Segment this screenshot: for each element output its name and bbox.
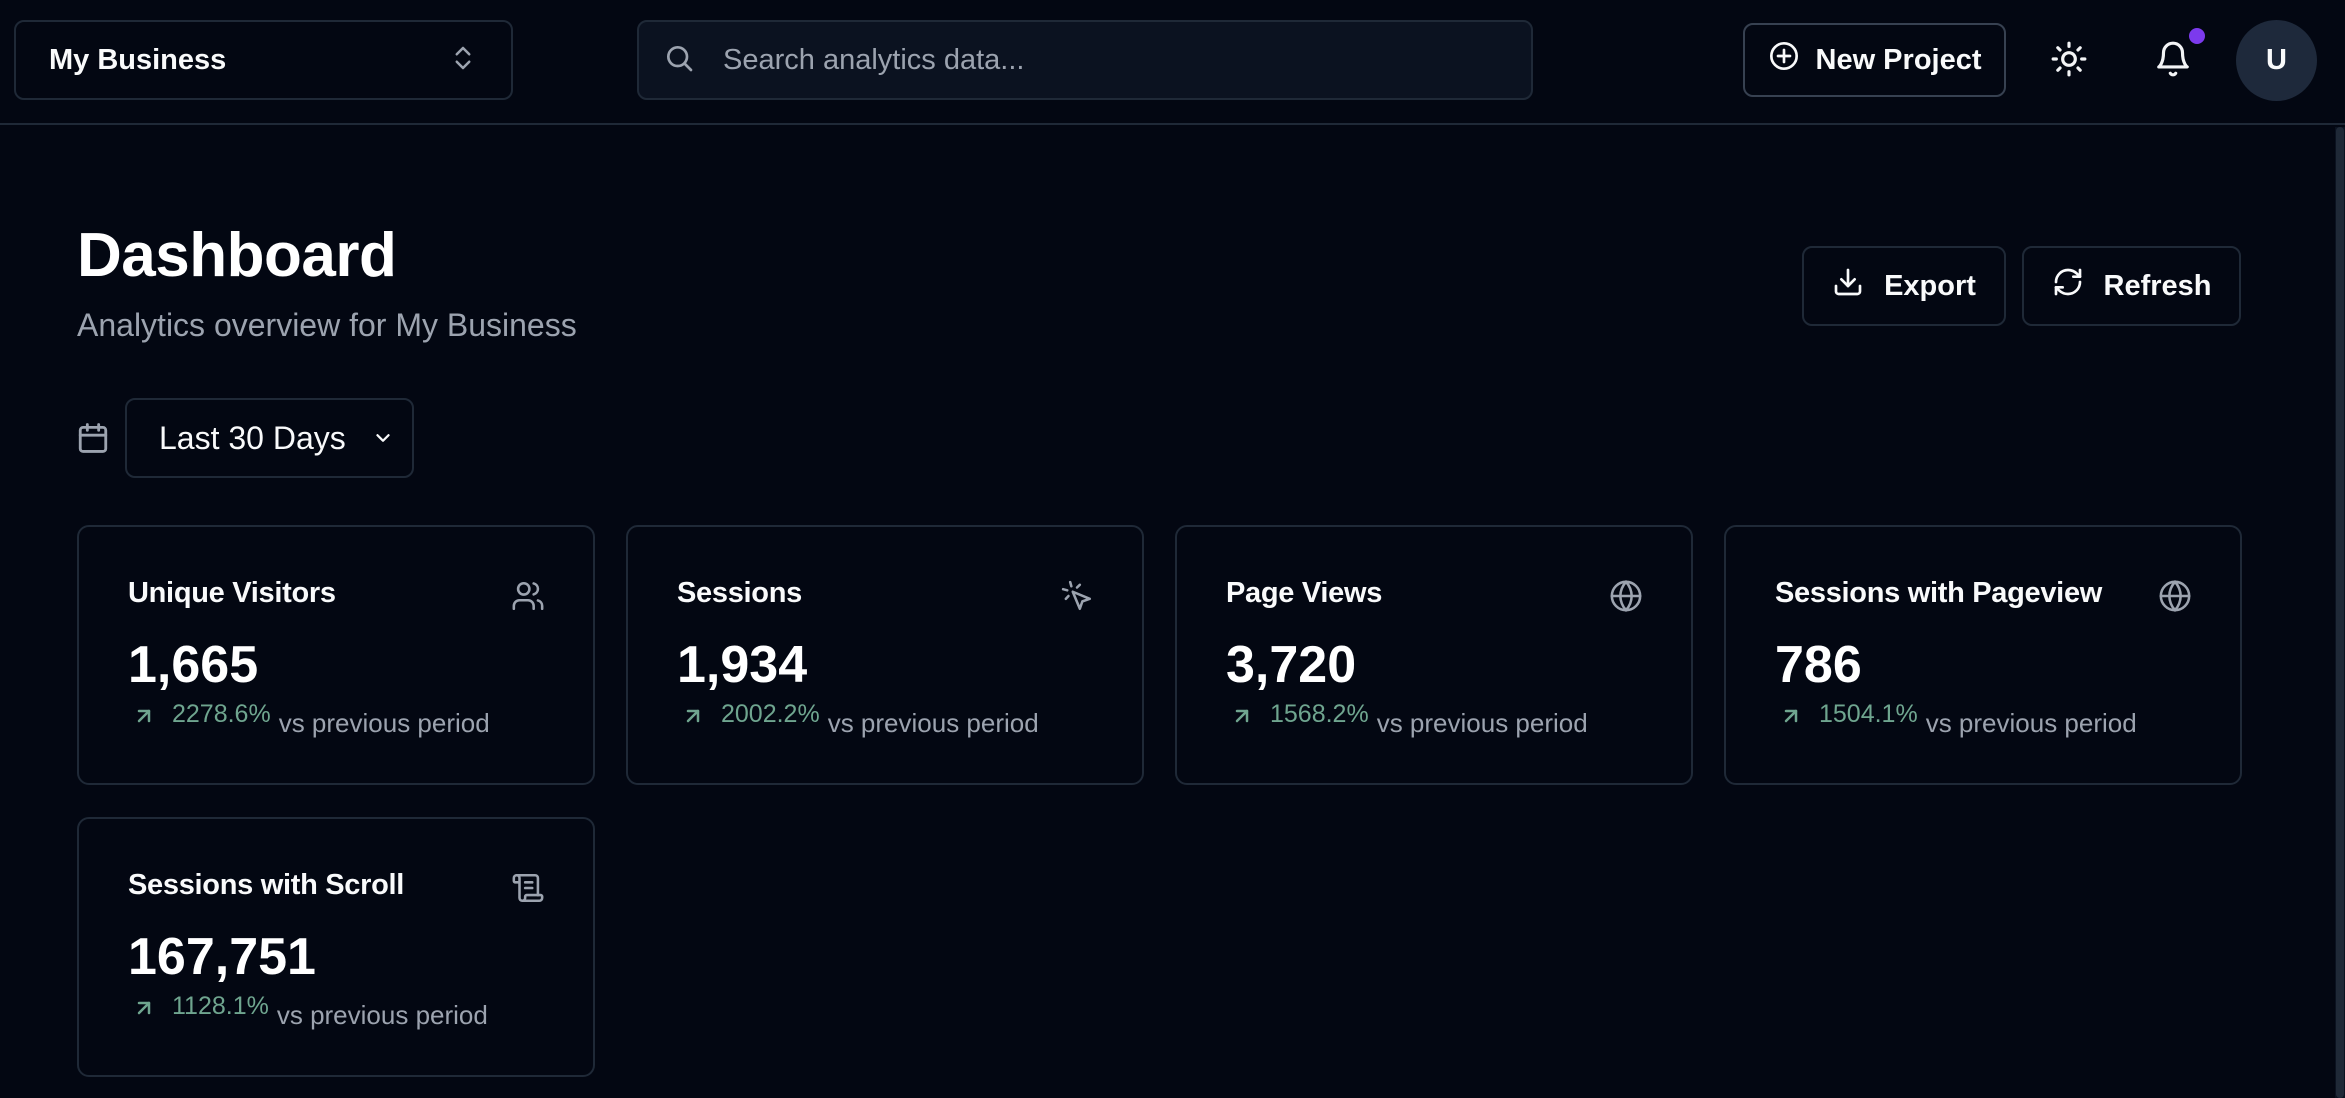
metric-value: 1,934: [677, 636, 808, 694]
globe-icon: [2158, 579, 2192, 613]
scroll-icon: [511, 871, 545, 905]
metric-card-unique-visitors: Unique Visitors 1,665 2278.6% vs previou…: [77, 525, 595, 785]
arrow-up-right-icon: [1235, 709, 1249, 723]
arrow-up-right-icon: [686, 709, 700, 723]
new-project-button[interactable]: New Project: [1743, 23, 2006, 97]
metric-value: 1,665: [128, 636, 259, 694]
metric-change: 2002.2% vs previous period: [681, 700, 1039, 739]
bell-icon: [2154, 40, 2192, 83]
metric-comparison: vs previous period: [1925, 708, 2137, 738]
search-icon: [663, 42, 695, 79]
refresh-icon: [2052, 266, 2084, 306]
notification-badge: [2189, 28, 2205, 44]
metric-change: 1504.1% vs previous period: [1779, 700, 2137, 739]
metric-card-sessions: Sessions 1,934 2002.2% vs previous perio…: [626, 525, 1144, 785]
search-input[interactable]: [723, 43, 1503, 77]
new-project-label: New Project: [1815, 43, 1982, 76]
metric-change: 1128.1% vs previous period: [132, 992, 488, 1031]
metric-value: 786: [1775, 636, 1862, 694]
metric-comparison: vs previous period: [827, 708, 1039, 738]
refresh-button[interactable]: Refresh: [2022, 246, 2241, 326]
arrow-up-right-icon: [137, 709, 151, 723]
metric-title: Sessions with Scroll: [128, 869, 405, 901]
arrow-up-right-icon: [1784, 709, 1798, 723]
metric-change-percent: 1504.1%: [1819, 700, 1918, 728]
metric-comparison: vs previous period: [1376, 708, 1588, 738]
metric-change: 2278.6% vs previous period: [132, 700, 490, 739]
metric-card-sessions-with-pageview: Sessions with Pageview 786 1504.1% vs pr…: [1724, 525, 2242, 785]
avatar[interactable]: U: [2236, 20, 2317, 101]
theme-toggle-button[interactable]: [2038, 30, 2100, 92]
metric-change: 1568.2% vs previous period: [1230, 700, 1588, 739]
business-selector[interactable]: My Business: [14, 20, 513, 100]
metric-change-percent: 1568.2%: [1270, 700, 1369, 728]
date-range-select[interactable]: Last 30 Days: [125, 398, 414, 478]
calendar-icon: [76, 421, 110, 455]
metric-comparison: vs previous period: [276, 1000, 488, 1030]
metric-title: Unique Visitors: [128, 577, 336, 609]
users-icon: [511, 579, 545, 613]
metric-comparison: vs previous period: [278, 708, 490, 738]
download-icon: [1832, 266, 1864, 306]
refresh-label: Refresh: [2103, 269, 2212, 302]
scrollbar-thumb[interactable]: [2336, 127, 2344, 1098]
metric-change-percent: 2278.6%: [172, 700, 271, 728]
scrollbar[interactable]: [2335, 127, 2345, 1098]
mouse-pointer-click-icon: [1060, 579, 1094, 613]
export-label: Export: [1884, 269, 1976, 302]
metric-title: Sessions with Pageview: [1775, 577, 2103, 609]
search-bar[interactable]: [637, 20, 1533, 100]
metric-value: 167,751: [128, 928, 316, 986]
page-title: Dashboard: [77, 221, 397, 290]
chevron-down-icon: [372, 420, 390, 457]
metric-title: Page Views: [1226, 577, 1383, 609]
avatar-initial: U: [2266, 44, 2287, 76]
metric-card-sessions-with-scroll: Sessions with Scroll 167,751 1128.1% vs …: [77, 817, 595, 1077]
top-bar: My Business New Project U: [0, 0, 2345, 125]
metric-card-page-views: Page Views 3,720 1568.2% vs previous per…: [1175, 525, 1693, 785]
metric-title: Sessions: [677, 577, 802, 609]
arrow-up-right-icon: [137, 1001, 151, 1015]
globe-icon: [1609, 579, 1643, 613]
plus-circle-icon: [1768, 40, 1800, 80]
metric-change-percent: 1128.1%: [172, 992, 269, 1020]
business-selector-label: My Business: [49, 43, 227, 76]
date-range-value: Last 30 Days: [159, 419, 346, 456]
page-subtitle: Analytics overview for My Business: [77, 307, 577, 343]
chevrons-up-down-icon: [448, 43, 478, 78]
metric-value: 3,720: [1226, 636, 1357, 694]
export-button[interactable]: Export: [1802, 246, 2006, 326]
metric-change-percent: 2002.2%: [721, 700, 820, 728]
sun-icon: [2050, 40, 2088, 83]
